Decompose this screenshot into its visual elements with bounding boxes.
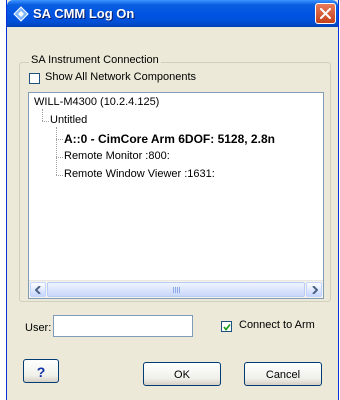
tree-line xyxy=(56,157,63,158)
connect-to-arm-checkbox[interactable] xyxy=(221,321,232,332)
tree-node-untitled[interactable]: Untitled xyxy=(50,114,87,126)
tree-node-computer[interactable]: WILL-M4300 (10.2.4.125) xyxy=(34,96,159,108)
close-icon xyxy=(320,8,331,19)
tree-line xyxy=(42,109,43,121)
tree-line xyxy=(56,139,63,140)
instrument-tree[interactable]: WILL-M4300 (10.2.4.125) Untitled A::0 - … xyxy=(28,92,324,299)
scroll-thumb[interactable] xyxy=(47,282,305,297)
tree-line xyxy=(56,175,63,176)
connect-to-arm-label[interactable]: Connect to Arm xyxy=(239,319,315,331)
cancel-button[interactable]: Cancel xyxy=(244,362,322,386)
title-bar[interactable]: SA CMM Log On xyxy=(7,0,338,27)
scroll-right-button[interactable] xyxy=(306,282,322,297)
user-input[interactable] xyxy=(53,315,193,337)
ok-button[interactable]: OK xyxy=(143,362,221,386)
sa-diamond-icon xyxy=(13,6,29,22)
group-title: SA Instrument Connection xyxy=(29,54,161,66)
help-icon: ? xyxy=(36,364,46,380)
chevron-right-icon xyxy=(312,286,318,294)
tree-node-remote-monitor[interactable]: Remote Monitor :800: xyxy=(64,150,170,162)
tree-line xyxy=(56,127,57,175)
user-label: User: xyxy=(25,322,52,334)
log-on-dialog: SA CMM Log On SA Instrument Connection S… xyxy=(6,0,339,400)
help-button[interactable]: ? xyxy=(23,359,59,383)
tree-node-remote-window-viewer[interactable]: Remote Window Viewer :1631: xyxy=(64,168,215,180)
scroll-left-button[interactable] xyxy=(30,282,46,297)
show-all-checkbox[interactable] xyxy=(29,73,40,84)
show-all-label[interactable]: Show All Network Components xyxy=(45,71,196,83)
tree-line xyxy=(42,121,49,122)
horizontal-scrollbar[interactable] xyxy=(29,280,323,298)
tree-node-cimcore-arm[interactable]: A::0 - CimCore Arm 6DOF: 5128, 2.8n xyxy=(64,132,275,146)
chevron-left-icon xyxy=(35,286,41,294)
close-button[interactable] xyxy=(315,3,336,24)
scroll-grip xyxy=(173,287,181,293)
checkmark-icon xyxy=(223,323,231,331)
window-title: SA CMM Log On xyxy=(33,6,135,21)
